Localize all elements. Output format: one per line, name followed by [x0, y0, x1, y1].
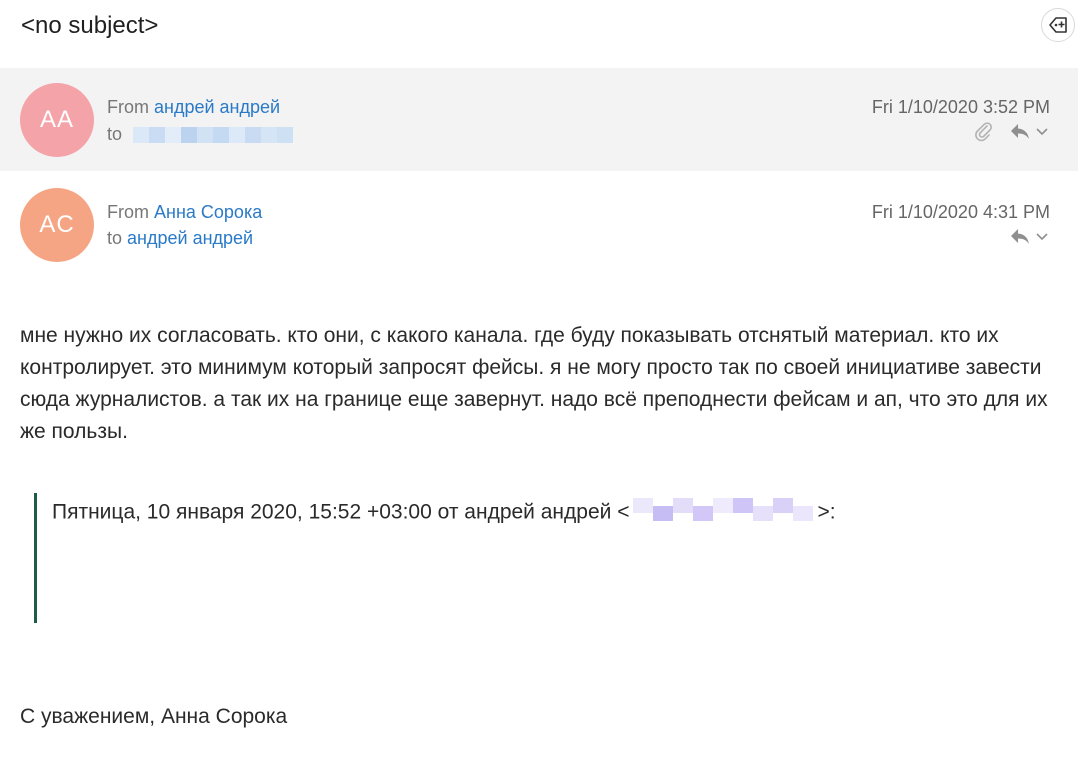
- tag-add-icon: [1049, 17, 1067, 33]
- avatar: AA: [20, 83, 94, 157]
- reply-button[interactable]: [1008, 121, 1048, 141]
- from-line: From Анна Сорока: [107, 202, 262, 223]
- quote-header: Пятница, 10 января 2020, 15:52 +03:00 от…: [52, 498, 836, 528]
- message-body: мне нужно их согласовать. кто они, с как…: [20, 324, 1048, 443]
- add-tag-button[interactable]: [1041, 8, 1075, 42]
- quote-header-suffix: >:: [817, 500, 836, 524]
- redacted-recipient: [133, 127, 294, 144]
- sender-link[interactable]: Анна Сорока: [154, 202, 262, 222]
- avatar-initials: AA: [39, 106, 74, 133]
- to-label: to: [107, 228, 123, 248]
- chevron-down-icon: [1036, 233, 1048, 241]
- to-line: to андрей андрей: [107, 228, 253, 249]
- reply-icon: [1011, 124, 1029, 139]
- paperclip-icon[interactable]: [972, 120, 994, 142]
- from-label: From: [107, 97, 149, 117]
- sender-link[interactable]: андрей андрей: [154, 97, 280, 117]
- avatar-initials: AC: [39, 211, 75, 238]
- chevron-down-icon: [1036, 128, 1048, 136]
- to-line: to: [107, 124, 294, 145]
- from-line: From андрей андрей: [107, 97, 280, 118]
- message-actions: [972, 120, 1048, 142]
- avatar: AC: [20, 188, 94, 262]
- to-label: to: [107, 124, 123, 144]
- redacted-email: [633, 498, 814, 528]
- quote-header-prefix: Пятница, 10 января 2020, 15:52 +03:00 от…: [52, 500, 630, 524]
- quote-bar: [34, 493, 37, 623]
- reply-button[interactable]: [1008, 226, 1048, 246]
- signature: С уважением, Анна Сорока: [20, 705, 288, 728]
- message-date: Fri 1/10/2020 4:31 PM: [871, 202, 1050, 222]
- email-subject: <no subject>: [21, 12, 159, 39]
- reply-icon: [1011, 229, 1029, 244]
- message-header-1[interactable]: [0, 68, 1078, 171]
- message-date: Fri 1/10/2020 3:52 PM: [871, 97, 1050, 117]
- recipient-link[interactable]: андрей андрей: [127, 228, 253, 248]
- from-label: From: [107, 202, 149, 222]
- message-actions: [1008, 226, 1048, 246]
